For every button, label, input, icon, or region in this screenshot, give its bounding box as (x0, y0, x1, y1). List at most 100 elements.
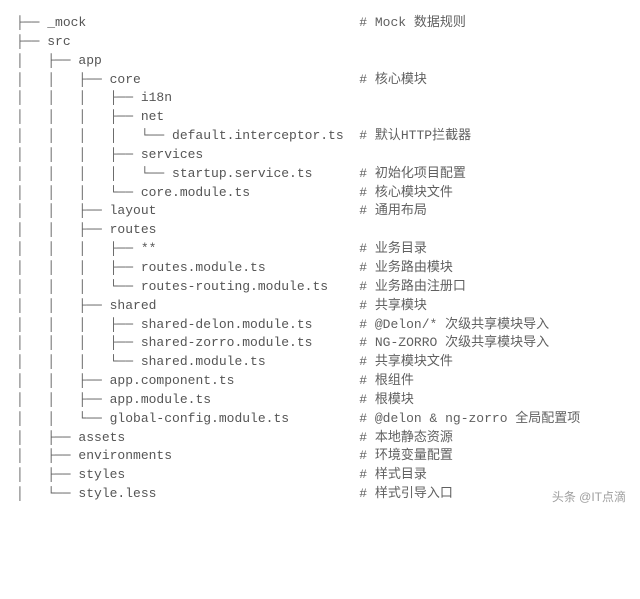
tree-row: │ │ │ ├── routes.module.ts # 业务路由模块 (16, 259, 624, 278)
tree-prefix: │ │ ├── (16, 202, 110, 221)
tree-row: ├── src (16, 33, 624, 52)
tree-prefix: │ │ │ ├── (16, 108, 141, 127)
spacer (141, 71, 359, 90)
spacer (156, 297, 359, 316)
comment: # Mock 数据规则 (359, 14, 466, 33)
tree-row: │ │ │ ├── services (16, 146, 624, 165)
node-name: default.interceptor.ts (172, 127, 344, 146)
tree-row: │ │ ├── app.component.ts # 根组件 (16, 372, 624, 391)
tree-prefix: │ │ └── (16, 410, 110, 429)
tree-row: │ ├── assets # 本地静态资源 (16, 429, 624, 448)
spacer (312, 316, 359, 335)
tree-row: │ │ │ └── shared.module.ts # 共享模块文件 (16, 353, 624, 372)
comment: # @delon & ng-zorro 全局配置项 (359, 410, 580, 429)
comment: # 共享模块文件 (359, 353, 453, 372)
tree-row: │ │ ├── layout # 通用布局 (16, 202, 624, 221)
node-name: shared-zorro.module.ts (141, 334, 313, 353)
tree-prefix: │ │ │ ├── (16, 146, 141, 165)
tree-row: │ │ ├── shared # 共享模块 (16, 297, 624, 316)
tree-row: │ │ │ ├── shared-delon.module.ts # @Delo… (16, 316, 624, 335)
node-name: shared (110, 297, 157, 316)
tree-row: │ └── style.less # 样式引导入口 (16, 485, 624, 504)
tree-row: │ │ │ │ └── default.interceptor.ts # 默认H… (16, 127, 624, 146)
tree-prefix: │ │ │ │ └── (16, 127, 172, 146)
tree-prefix: │ │ │ ├── (16, 89, 141, 108)
tree-prefix: │ │ ├── (16, 372, 110, 391)
comment: # 根模块 (359, 391, 414, 410)
tree-prefix: ├── (16, 14, 47, 33)
spacer (289, 410, 359, 429)
spacer (172, 447, 359, 466)
spacer (266, 353, 360, 372)
tree-prefix: │ │ ├── (16, 221, 110, 240)
tree-row: │ │ ├── core # 核心模块 (16, 71, 624, 90)
tree-row: │ │ ├── routes (16, 221, 624, 240)
comment: # 核心模块 (359, 71, 427, 90)
tree-prefix: │ │ │ ├── (16, 316, 141, 335)
tree-row: │ ├── environments # 环境变量配置 (16, 447, 624, 466)
comment: # 共享模块 (359, 297, 427, 316)
node-name: assets (78, 429, 125, 448)
node-name: services (141, 146, 203, 165)
tree-prefix: ├── (16, 33, 47, 52)
spacer (156, 202, 359, 221)
node-name: net (141, 108, 164, 127)
watermark: 头条 @IT点滴 (552, 489, 626, 506)
node-name: src (47, 33, 70, 52)
node-name: shared.module.ts (141, 353, 266, 372)
spacer (156, 240, 359, 259)
comment: # 本地静态资源 (359, 429, 453, 448)
node-name: app.module.ts (110, 391, 211, 410)
node-name: app (78, 52, 101, 71)
spacer (344, 127, 360, 146)
node-name: layout (110, 202, 157, 221)
comment: # NG-ZORRO 次级共享模块导入 (359, 334, 549, 353)
tree-row: │ │ │ ├── ** # 业务目录 (16, 240, 624, 259)
tree-row: │ │ │ ├── i18n (16, 89, 624, 108)
tree-row: │ │ │ │ └── startup.service.ts # 初始化项目配置 (16, 165, 624, 184)
tree-row: ├── _mock # Mock 数据规则 (16, 14, 624, 33)
node-name: global-config.module.ts (110, 410, 289, 429)
comment: # 根组件 (359, 372, 414, 391)
comment: # 核心模块文件 (359, 184, 453, 203)
node-name: i18n (141, 89, 172, 108)
node-name: app.component.ts (110, 372, 235, 391)
spacer (328, 278, 359, 297)
tree-row: │ │ │ ├── net (16, 108, 624, 127)
spacer (250, 184, 359, 203)
comment: # 样式引导入口 (359, 485, 453, 504)
tree-prefix: │ │ │ ├── (16, 259, 141, 278)
node-name: core (110, 71, 141, 90)
comment: # 环境变量配置 (359, 447, 453, 466)
node-name: routes-routing.module.ts (141, 278, 328, 297)
spacer (211, 391, 359, 410)
tree-row: │ ├── styles # 样式目录 (16, 466, 624, 485)
node-name: styles (78, 466, 125, 485)
node-name: shared-delon.module.ts (141, 316, 313, 335)
tree-prefix: │ │ │ └── (16, 278, 141, 297)
comment: # @Delon/* 次级共享模块导入 (359, 316, 549, 335)
comment: # 默认HTTP拦截器 (359, 127, 471, 146)
comment: # 初始化项目配置 (359, 165, 466, 184)
tree-prefix: │ ├── (16, 429, 78, 448)
tree-prefix: │ │ │ │ └── (16, 165, 172, 184)
node-name: startup.service.ts (172, 165, 312, 184)
node-name: ** (141, 240, 157, 259)
tree-prefix: │ │ │ ├── (16, 334, 141, 353)
tree-row: │ │ ├── app.module.ts # 根模块 (16, 391, 624, 410)
spacer (312, 165, 359, 184)
node-name: routes.module.ts (141, 259, 266, 278)
comment: # 业务路由模块 (359, 259, 453, 278)
tree-row: │ │ │ └── routes-routing.module.ts # 业务路… (16, 278, 624, 297)
tree-prefix: │ │ ├── (16, 391, 110, 410)
tree-prefix: │ │ ├── (16, 297, 110, 316)
tree-prefix: │ │ │ └── (16, 184, 141, 203)
spacer (86, 14, 359, 33)
spacer (125, 429, 359, 448)
tree-prefix: │ │ ├── (16, 71, 110, 90)
tree-prefix: │ │ │ └── (16, 353, 141, 372)
comment: # 样式目录 (359, 466, 427, 485)
tree-prefix: │ ├── (16, 466, 78, 485)
spacer (312, 334, 359, 353)
node-name: environments (78, 447, 172, 466)
